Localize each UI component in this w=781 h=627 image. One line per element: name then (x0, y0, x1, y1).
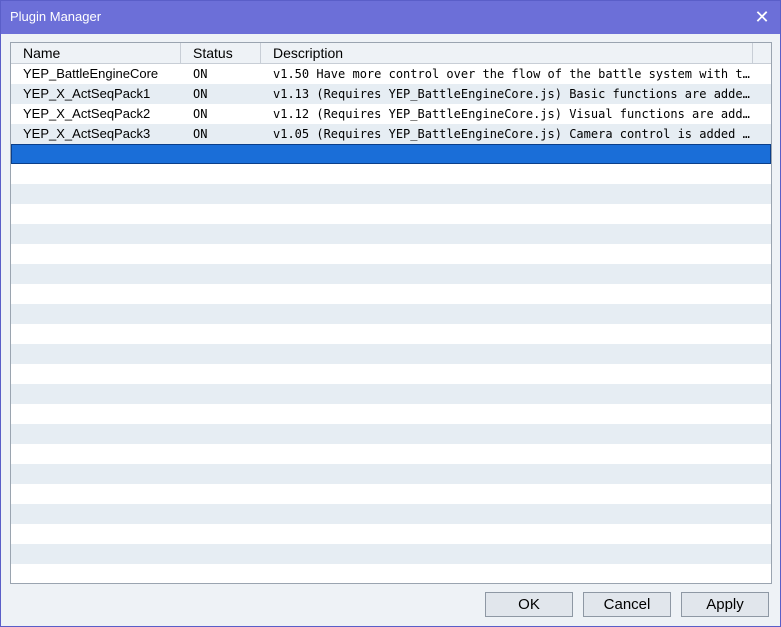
empty-row[interactable] (11, 484, 771, 504)
plugin-status: ON (193, 107, 208, 121)
empty-row[interactable] (11, 284, 771, 304)
empty-row[interactable] (11, 244, 771, 264)
apply-button[interactable]: Apply (681, 592, 769, 617)
plugin-name: YEP_X_ActSeqPack3 (23, 126, 151, 141)
empty-row[interactable] (11, 224, 771, 244)
ok-button[interactable]: OK (485, 592, 573, 617)
plugin-list[interactable]: Name Status Description YEP_BattleEngine… (10, 42, 772, 584)
table-row[interactable]: YEP_X_ActSeqPack1 ON v1.13 (Requires YEP… (11, 84, 771, 104)
empty-row[interactable] (11, 444, 771, 464)
empty-row[interactable] (11, 204, 771, 224)
plugin-description: v1.13 (Requires YEP_BattleEngineCore.js)… (273, 87, 751, 101)
empty-row[interactable] (11, 264, 771, 284)
plugin-status: ON (193, 67, 208, 81)
cancel-button[interactable]: Cancel (583, 592, 671, 617)
empty-row[interactable] (11, 364, 771, 384)
empty-row[interactable] (11, 524, 771, 544)
empty-row[interactable] (11, 184, 771, 204)
close-icon[interactable]: ✕ (750, 5, 774, 29)
plugin-status: ON (193, 127, 208, 141)
empty-row[interactable] (11, 464, 771, 484)
title-bar[interactable]: Plugin Manager ✕ (1, 1, 780, 34)
empty-row[interactable] (11, 384, 771, 404)
empty-row[interactable] (11, 424, 771, 444)
column-header-status[interactable]: Status (181, 43, 261, 63)
empty-row[interactable] (11, 344, 771, 364)
table-row[interactable]: YEP_X_ActSeqPack3 ON v1.05 (Requires YEP… (11, 124, 771, 144)
plugin-status: ON (193, 87, 208, 101)
empty-row[interactable] (11, 304, 771, 324)
table-row[interactable]: YEP_BattleEngineCore ON v1.50 Have more … (11, 64, 771, 84)
empty-row[interactable] (11, 404, 771, 424)
empty-row[interactable] (11, 564, 771, 583)
plugin-description: v1.05 (Requires YEP_BattleEngineCore.js)… (273, 127, 751, 141)
column-header-description[interactable]: Description (261, 43, 753, 63)
empty-row-stripes (11, 184, 771, 583)
column-header-filler (753, 43, 771, 63)
plugin-description: v1.50 Have more control over the flow of… (273, 67, 751, 81)
dialog-body: Name Status Description YEP_BattleEngine… (1, 34, 780, 626)
empty-row[interactable] (11, 324, 771, 344)
empty-row[interactable] (11, 504, 771, 524)
plugin-description: v1.12 (Requires YEP_BattleEngineCore.js)… (273, 107, 751, 121)
table-row-empty-selected[interactable] (11, 144, 771, 164)
plugin-name: YEP_BattleEngineCore (23, 66, 159, 81)
plugin-manager-window: Plugin Manager ✕ Name Status Description… (0, 0, 781, 627)
column-header-name[interactable]: Name (11, 43, 181, 63)
plugin-name: YEP_X_ActSeqPack1 (23, 86, 151, 101)
empty-row[interactable] (11, 544, 771, 564)
window-title: Plugin Manager (10, 9, 102, 24)
list-rows: YEP_BattleEngineCore ON v1.50 Have more … (11, 64, 771, 164)
table-row[interactable]: YEP_X_ActSeqPack2 ON v1.12 (Requires YEP… (11, 104, 771, 124)
plugin-name: YEP_X_ActSeqPack2 (23, 106, 151, 121)
list-header: Name Status Description (11, 43, 771, 64)
